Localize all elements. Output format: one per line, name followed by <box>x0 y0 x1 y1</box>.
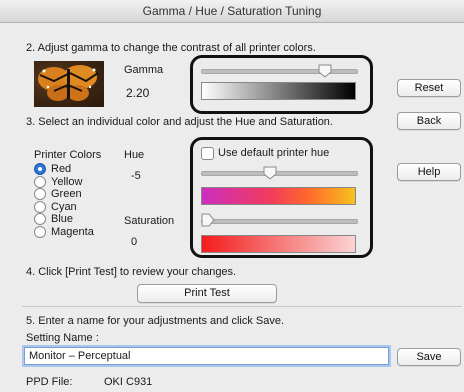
gamma-slider-thumb[interactable] <box>318 64 332 78</box>
hue-label: Hue <box>124 149 145 161</box>
print-test-button[interactable]: Print Test <box>137 284 277 303</box>
printer-color-label: Magenta <box>51 225 94 238</box>
radio-button[interactable] <box>34 213 46 225</box>
hue-slider[interactable] <box>201 171 358 176</box>
radio-button[interactable] <box>34 188 46 200</box>
printer-color-label: Yellow <box>51 175 83 188</box>
saturation-slider-thumb[interactable] <box>201 213 215 227</box>
printer-colors-heading: Printer Colors <box>34 149 102 161</box>
butterfly-icon <box>38 65 99 101</box>
printer-color-option-cyan[interactable]: Cyan <box>34 200 114 214</box>
step3-instructions: 3. Select an individual color and adjust… <box>26 116 333 128</box>
saturation-label: Saturation <box>124 215 175 227</box>
printer-color-label: Green <box>51 188 82 200</box>
saturation-value: 0 <box>131 236 138 248</box>
printer-color-option-red[interactable]: Red <box>34 163 114 176</box>
gamma-slider[interactable] <box>201 69 358 74</box>
printer-color-label: Red <box>51 163 72 175</box>
printer-color-radio-group: Red Yellow Green Cyan Blue Magenta <box>34 163 114 253</box>
help-button[interactable]: Help <box>397 163 461 181</box>
back-button[interactable]: Back <box>397 112 461 130</box>
printer-color-option-yellow[interactable]: Yellow <box>34 175 114 189</box>
divider <box>22 306 462 307</box>
hue-slider-thumb[interactable] <box>263 166 277 180</box>
step5-instructions: 5. Enter a name for your adjustments and… <box>26 315 285 327</box>
saturation-slider[interactable] <box>201 219 358 224</box>
gamma-value: 2.20 <box>126 86 150 100</box>
ppd-file-label: PPD File: <box>26 376 73 388</box>
reset-button[interactable]: Reset <box>397 79 461 97</box>
use-default-hue-checkbox[interactable] <box>201 147 214 160</box>
printer-color-option-blue[interactable]: Blue <box>34 213 114 226</box>
gamma-gradient-bar <box>201 82 356 100</box>
radio-button[interactable] <box>34 163 46 175</box>
step4-instructions: 4. Click [Print Test] to review your cha… <box>26 266 237 278</box>
printer-color-option-magenta[interactable]: Magenta <box>34 225 114 239</box>
save-button[interactable]: Save <box>397 348 461 366</box>
hue-value: -5 <box>131 170 141 182</box>
setting-name-input[interactable]: Monitor – Perceptual <box>24 347 389 365</box>
printer-color-label: Cyan <box>51 200 77 213</box>
radio-button[interactable] <box>34 175 46 188</box>
use-default-hue-label: Use default printer hue <box>218 147 330 159</box>
printer-color-label: Blue <box>51 213 74 225</box>
printer-color-option-green[interactable]: Green <box>34 188 114 201</box>
window-title: Gamma / Hue / Saturation Tuning <box>0 0 464 23</box>
step2-instructions: 2. Adjust gamma to change the contrast o… <box>26 42 316 54</box>
saturation-gradient-bar <box>201 235 356 253</box>
gamma-label: Gamma <box>124 64 164 76</box>
tuning-window: Gamma / Hue / Saturation Tuning 2. Adjus… <box>0 0 464 392</box>
radio-button[interactable] <box>34 225 46 238</box>
hue-gradient-bar <box>201 187 356 205</box>
ppd-file-value: OKI C931 <box>104 376 153 388</box>
setting-name-label: Setting Name : <box>26 332 99 344</box>
butterfly-image <box>34 61 104 107</box>
radio-button[interactable] <box>34 200 46 213</box>
